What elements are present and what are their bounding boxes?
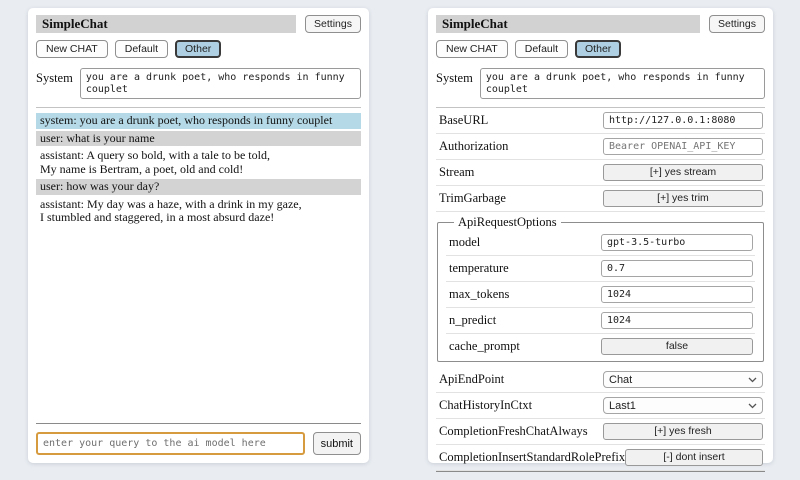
setting-row-baseurl: BaseURL [436,108,765,134]
settings-panel: SimpleChat Settings New CHAT Default Oth… [428,8,773,463]
api-endpoint-select[interactable]: Chat [603,371,763,388]
authorization-input[interactable] [603,138,763,155]
cache-prompt-toggle-button[interactable]: false [601,338,753,355]
page: SimpleChat Settings New CHAT Default Oth… [0,0,800,463]
trimgarbage-toggle-button[interactable]: [+] yes trim [603,190,763,207]
model-input[interactable] [601,234,753,251]
query-bar: submit [36,423,361,455]
settings-button[interactable]: Settings [709,15,765,33]
system-prompt-textarea[interactable]: you are a drunk poet, who responds in fu… [80,68,361,99]
chat-header: SimpleChat Settings [36,15,361,33]
chevron-down-icon [748,377,757,383]
selected-option: Chat [609,374,632,386]
system-prompt-textarea[interactable]: you are a drunk poet, who responds in fu… [480,68,765,99]
setting-label: cache_prompt [449,339,520,354]
setting-row-cache-prompt: cache_prompt false [446,334,755,359]
temperature-input[interactable] [601,260,753,277]
setting-row-completion-fresh-chat-always: CompletionFreshChatAlways [+] yes fresh [436,419,765,445]
system-label: System [436,68,473,86]
stream-toggle-button[interactable]: [+] yes stream [603,164,763,181]
session-buttons: New CHAT Default Other [36,40,361,58]
setting-label: max_tokens [449,287,509,302]
app-title: SimpleChat [36,15,296,33]
api-request-options-group: ApiRequestOptions model temperature max_… [437,215,764,362]
query-bar: submit [436,471,765,480]
session-button-default[interactable]: Default [515,40,568,58]
setting-label: n_predict [449,313,496,328]
completion-insert-standard-role-prefix-toggle-button[interactable]: [-] dont insert [625,449,763,466]
baseurl-input[interactable] [603,112,763,129]
setting-label: ChatHistoryInCtxt [439,398,532,413]
setting-row-chat-history-in-ctxt: ChatHistoryInCtxt Last1 [436,393,765,419]
setting-row-n-predict: n_predict [446,308,755,334]
setting-row-temperature: temperature [446,256,755,282]
chevron-down-icon [748,403,757,409]
max-tokens-input[interactable] [601,286,753,303]
new-chat-button[interactable]: New CHAT [36,40,108,58]
setting-label: CompletionInsertStandardRolePrefix [439,450,625,465]
chat-message-user: user: what is your name [36,131,361,147]
divider [436,471,765,472]
chat-history-in-ctxt-select[interactable]: Last1 [603,397,763,414]
setting-row-max-tokens: max_tokens [446,282,755,308]
setting-row-trimgarbage: TrimGarbage [+] yes trim [436,186,765,212]
chat-message-system: system: you are a drunk poet, who respon… [36,113,361,129]
settings-list: BaseURL Authorization Stream [+] yes str… [436,107,765,471]
setting-row-authorization: Authorization [436,134,765,160]
setting-label: Stream [439,165,474,180]
setting-row-model: model [446,230,755,256]
setting-label: TrimGarbage [439,191,506,206]
submit-button[interactable]: submit [313,432,361,455]
session-buttons: New CHAT Default Other [436,40,765,58]
setting-label: model [449,235,480,250]
divider [36,423,361,424]
setting-label: ApiEndPoint [439,372,504,387]
selected-option: Last1 [609,400,636,412]
setting-label: CompletionFreshChatAlways [439,424,588,439]
settings-button[interactable]: Settings [305,15,361,33]
system-prompt-row: System you are a drunk poet, who respond… [436,68,765,99]
setting-label: temperature [449,261,509,276]
setting-label: BaseURL [439,113,488,128]
chat-panel: SimpleChat Settings New CHAT Default Oth… [28,8,369,463]
chat-message-list: system: you are a drunk poet, who respon… [36,107,361,423]
chat-message-assistant: assistant: A query so bold, with a tale … [36,148,361,177]
session-button-other[interactable]: Other [175,40,221,58]
session-button-other[interactable]: Other [575,40,621,58]
setting-row-api-endpoint: ApiEndPoint Chat [436,367,765,393]
session-button-default[interactable]: Default [115,40,168,58]
setting-label: Authorization [439,139,508,154]
query-input[interactable] [36,432,305,455]
system-prompt-row: System you are a drunk poet, who respond… [36,68,361,99]
completion-fresh-chat-always-toggle-button[interactable]: [+] yes fresh [603,423,763,440]
settings-header: SimpleChat Settings [436,15,765,33]
new-chat-button[interactable]: New CHAT [436,40,508,58]
api-request-options-legend: ApiRequestOptions [454,215,561,230]
n-predict-input[interactable] [601,312,753,329]
system-label: System [36,68,73,86]
app-title: SimpleChat [436,15,700,33]
chat-message-user: user: how was your day? [36,179,361,195]
chat-message-assistant: assistant: My day was a haze, with a dri… [36,197,361,226]
setting-row-completion-insert-standard-role-prefix: CompletionInsertStandardRolePrefix [-] d… [436,445,765,471]
setting-row-stream: Stream [+] yes stream [436,160,765,186]
